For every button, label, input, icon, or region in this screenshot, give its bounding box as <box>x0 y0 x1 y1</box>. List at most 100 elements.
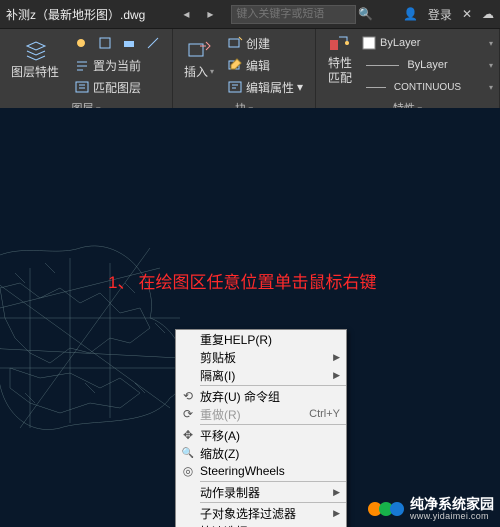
match-props-icon <box>327 33 353 55</box>
panel-properties: 特性匹配 ByLayer ▾ ByLayer ▾ CON <box>316 29 500 109</box>
layer-toggle-1-icon[interactable] <box>70 32 92 54</box>
insert-label: 插入 <box>184 63 208 80</box>
set-current-button[interactable]: 置为当前 <box>70 54 164 76</box>
search-input[interactable] <box>231 5 356 24</box>
title-right-icons: 👤 登录 ✕ ☁ <box>403 6 494 23</box>
wheel-icon: ◎ <box>176 464 200 478</box>
menu-undo-label: 放弃(U) 命令组 <box>200 388 340 405</box>
panel-block: 插入▾ 创建 编辑 编辑属性 ▾ 块 <box>173 29 316 109</box>
match-layer-button[interactable]: 匹配图层 <box>70 76 164 98</box>
menu-item-redo: ⟳重做(R)Ctrl+Y <box>176 405 346 423</box>
menu-redo-label: 重做(R) <box>200 406 309 423</box>
submenu-arrow-icon: ▶ <box>333 370 340 381</box>
chevron-down-icon: ▾ <box>297 80 303 94</box>
linetype-value: CONTINUOUS <box>394 82 461 93</box>
lineweight-preview-icon <box>366 65 399 66</box>
menu-repeat-label: 重复HELP(R) <box>200 331 340 348</box>
props-match-label: 匹配 <box>328 72 352 85</box>
menu-item-isolate[interactable]: 隔离(I)▶ <box>176 366 346 384</box>
match-layer-icon <box>74 79 90 95</box>
menu-item-steeringwheels[interactable]: ◎SteeringWheels <box>176 462 346 480</box>
search-icon[interactable]: 🔍 <box>358 7 373 21</box>
menu-separator <box>200 385 346 386</box>
edit-block-button[interactable]: 编辑 <box>223 54 307 76</box>
create-block-button[interactable]: 创建 <box>223 32 307 54</box>
layer-properties-label: 图层特性 <box>11 63 59 80</box>
caret-left-icon[interactable]: ◂ <box>175 3 197 25</box>
zoom-icon: 🔍 <box>176 448 200 459</box>
search-container: 🔍 <box>231 5 393 24</box>
lineweight-dropdown[interactable]: ByLayer ▾ <box>362 54 493 76</box>
chevron-down-icon: ▾ <box>489 83 493 92</box>
watermark-url: www.yidaimei.com <box>410 512 494 522</box>
undo-icon: ⟲ <box>176 389 200 403</box>
submenu-arrow-icon: ▶ <box>333 352 340 363</box>
menu-zoom-label: 缩放(Z) <box>200 445 340 462</box>
cloud-icon[interactable]: ☁ <box>482 7 494 21</box>
step1-num: 1、 <box>108 273 134 292</box>
layer-properties-button[interactable]: 图层特性 <box>6 32 66 86</box>
panel-layers: 图层特性 置为当前 匹配图层 <box>0 29 173 109</box>
menu-item-clipboard[interactable]: 剪贴板▶ <box>176 348 346 366</box>
redo-icon: ⟳ <box>176 407 200 421</box>
document-title: 补测z（最新地形图）.dwg <box>6 6 145 23</box>
chevron-down-icon: ▾ <box>210 67 214 76</box>
menu-qselect-label: 快速选择(Q)... <box>200 523 340 527</box>
layer-toggle-3-icon[interactable] <box>118 32 140 54</box>
set-current-icon <box>74 57 90 73</box>
layers-icon <box>23 39 49 61</box>
edit-attr-icon <box>227 79 243 95</box>
chevron-down-icon: ▾ <box>489 39 493 48</box>
menu-subfilter-label: 子对象选择过滤器 <box>200 505 333 522</box>
layer-toggle-2-icon[interactable] <box>94 32 116 54</box>
insert-icon <box>186 39 212 61</box>
menu-separator <box>200 481 346 482</box>
menu-recorder-label: 动作录制器 <box>200 484 333 501</box>
edit-attr-button[interactable]: 编辑属性 ▾ <box>223 76 307 98</box>
menu-item-qselect[interactable]: ▦快速选择(Q)... <box>176 522 346 527</box>
autocad-window: 补测z（最新地形图）.dwg ◂ ▸ 🔍 👤 登录 ✕ ☁ 图层特性 <box>0 0 500 527</box>
lineweight-value: ByLayer <box>407 59 447 71</box>
context-menu: 重复HELP(R) 剪贴板▶ 隔离(I)▶ ⟲放弃(U) 命令组 ⟳重做(R)C… <box>175 329 347 527</box>
menu-isolate-label: 隔离(I) <box>200 367 333 384</box>
menu-separator <box>200 424 346 425</box>
match-layer-label: 匹配图层 <box>93 79 141 96</box>
chevron-down-icon: ▾ <box>489 61 493 70</box>
color-swatch-icon <box>362 36 376 50</box>
edit-block-icon <box>227 57 243 73</box>
menu-item-undo[interactable]: ⟲放弃(U) 命令组 <box>176 387 346 405</box>
menu-wheel-label: SteeringWheels <box>200 464 340 478</box>
linetype-preview-icon <box>366 87 386 88</box>
menu-item-subfilter[interactable]: 子对象选择过滤器▶ <box>176 504 346 522</box>
menu-item-zoom[interactable]: 🔍缩放(Z) <box>176 444 346 462</box>
titlebar: 补测z（最新地形图）.dwg ◂ ▸ 🔍 👤 登录 ✕ ☁ <box>0 0 500 29</box>
obj-color-dropdown[interactable]: ByLayer ▾ <box>362 32 493 54</box>
obj-color-value: ByLayer <box>380 37 420 49</box>
watermark-logo-icon <box>368 502 404 516</box>
menu-item-recorder[interactable]: 动作录制器▶ <box>176 483 346 501</box>
create-block-icon <box>227 35 243 51</box>
instruction-step-1: 1、在绘图区任意位置单击鼠标右键 <box>108 268 376 293</box>
user-icon[interactable]: 👤 <box>403 7 418 21</box>
props-label: 特性 <box>328 57 352 70</box>
caret-right-icon[interactable]: ▸ <box>199 3 221 25</box>
watermark-name: 纯净系统家园 <box>410 497 494 512</box>
linetype-dropdown[interactable]: CONTINUOUS ▾ <box>362 76 493 98</box>
match-props-button[interactable]: 特性匹配 <box>322 32 358 86</box>
step1-text: 在绘图区任意位置单击鼠标右键 <box>138 273 376 292</box>
layer-toggle-4-icon[interactable] <box>142 32 164 54</box>
drawing-area[interactable]: 1、在绘图区任意位置单击鼠标右键 重复HELP(R) 剪贴板▶ 隔离(I)▶ ⟲… <box>0 108 500 527</box>
edit-block-label: 编辑 <box>246 57 270 74</box>
watermark: 纯净系统家园 www.yidaimei.com <box>368 497 494 522</box>
menu-item-repeat[interactable]: 重复HELP(R) <box>176 330 346 348</box>
insert-block-button[interactable]: 插入▾ <box>179 32 219 86</box>
set-current-label: 置为当前 <box>93 57 141 74</box>
pan-icon: ✥ <box>176 428 200 442</box>
menu-pan-label: 平移(A) <box>200 427 340 444</box>
menu-item-pan[interactable]: ✥平移(A) <box>176 426 346 444</box>
submenu-arrow-icon: ▶ <box>333 508 340 519</box>
exchange-icon[interactable]: ✕ <box>462 7 472 21</box>
submenu-arrow-icon: ▶ <box>333 487 340 498</box>
menu-separator <box>200 502 346 503</box>
login-label[interactable]: 登录 <box>428 6 452 23</box>
